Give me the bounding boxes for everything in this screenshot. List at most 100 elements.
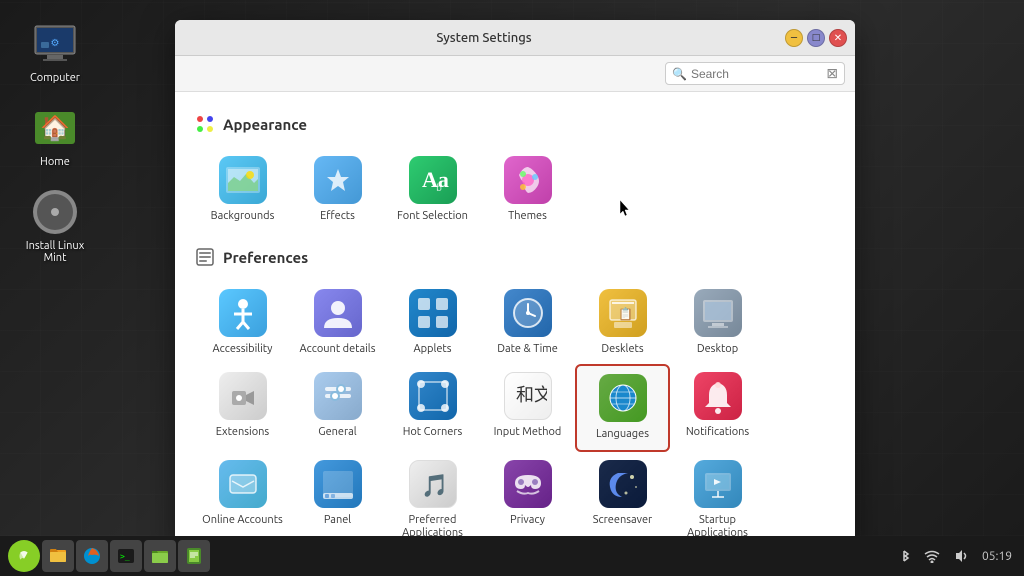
date-time-icon bbox=[504, 289, 552, 337]
preferences-section-title: Preferences bbox=[223, 249, 308, 266]
panel-label: Panel bbox=[324, 514, 351, 527]
notifications-label: Notifications bbox=[686, 426, 749, 439]
taskbar-right: 05:19 bbox=[894, 546, 1016, 566]
appearance-section-icon bbox=[195, 114, 215, 134]
appearance-section-title: Appearance bbox=[223, 116, 307, 133]
svg-text:🎵: 🎵 bbox=[421, 473, 448, 498]
setting-date-time[interactable]: Date & Time bbox=[480, 281, 575, 364]
computer-icon: ⚙ bbox=[31, 20, 79, 68]
setting-effects[interactable]: Effects bbox=[290, 148, 385, 231]
home-icon: 🏠 bbox=[31, 104, 79, 152]
clock: 05:19 bbox=[978, 546, 1016, 566]
appearance-section-header: Appearance bbox=[195, 114, 835, 134]
setting-themes[interactable]: Themes bbox=[480, 148, 575, 231]
input-method-icon: 和文 bbox=[504, 372, 552, 420]
setting-input-method[interactable]: 和文 Input Method bbox=[480, 364, 575, 451]
window-title: System Settings bbox=[183, 31, 785, 45]
setting-online-accounts[interactable]: Online Accounts bbox=[195, 452, 290, 548]
input-method-label: Input Method bbox=[494, 426, 562, 439]
setting-extensions[interactable]: Extensions bbox=[195, 364, 290, 451]
setting-screensaver[interactable]: Screensaver bbox=[575, 452, 670, 548]
themes-label: Themes bbox=[508, 210, 547, 223]
setting-languages[interactable]: Languages bbox=[575, 364, 670, 451]
setting-hot-corners[interactable]: Hot Corners bbox=[385, 364, 480, 451]
volume-icon[interactable] bbox=[950, 546, 970, 566]
install-label: Install Linux Mint bbox=[20, 240, 90, 264]
search-input-wrap[interactable]: 🔍 ⊠ bbox=[665, 62, 845, 85]
screensaver-label: Screensaver bbox=[593, 514, 652, 527]
backgrounds-icon bbox=[219, 156, 267, 204]
search-bar: 🔍 ⊠ bbox=[175, 56, 855, 92]
setting-backgrounds[interactable]: Backgrounds bbox=[195, 148, 290, 231]
desktop-icon-computer[interactable]: ⚙ Computer bbox=[20, 20, 90, 84]
taskbar-ebook-button[interactable] bbox=[178, 540, 210, 572]
setting-notifications[interactable]: Notifications bbox=[670, 364, 765, 451]
panel-icon bbox=[314, 460, 362, 508]
svg-text:📋: 📋 bbox=[618, 307, 633, 321]
computer-label: Computer bbox=[30, 72, 80, 84]
svg-text:🏠: 🏠 bbox=[40, 114, 70, 142]
font-selection-icon: Aa b bbox=[409, 156, 457, 204]
svg-text:⚙: ⚙ bbox=[51, 37, 60, 48]
wifi-icon[interactable] bbox=[922, 546, 942, 566]
desktop-icons-container: ⚙ Computer 🏠 Home bbox=[20, 20, 90, 264]
accessibility-icon bbox=[219, 289, 267, 337]
setting-startup-apps[interactable]: Startup Applications bbox=[670, 452, 765, 548]
date-time-label: Date & Time bbox=[497, 343, 558, 356]
close-button[interactable]: ✕ bbox=[829, 29, 847, 47]
effects-icon bbox=[314, 156, 362, 204]
taskbar: >_ bbox=[0, 536, 1024, 576]
effects-label: Effects bbox=[320, 210, 355, 223]
bluetooth-icon[interactable] bbox=[894, 546, 914, 566]
search-clear-icon[interactable]: ⊠ bbox=[826, 65, 838, 82]
themes-icon bbox=[504, 156, 552, 204]
setting-font-selection[interactable]: Aa b Font Selection bbox=[385, 148, 480, 231]
desktop-icon-install[interactable]: Install Linux Mint bbox=[20, 188, 90, 264]
taskbar-firefox-button[interactable] bbox=[76, 540, 108, 572]
extensions-icon bbox=[219, 372, 267, 420]
privacy-label: Privacy bbox=[510, 514, 545, 527]
preferences-section-header: Preferences bbox=[195, 247, 835, 267]
maximize-button[interactable]: □ bbox=[807, 29, 825, 47]
window-controls: ─ □ ✕ bbox=[785, 29, 847, 47]
preferred-apps-icon: 🎵 bbox=[409, 460, 457, 508]
notifications-icon bbox=[694, 372, 742, 420]
taskbar-terminal-button[interactable]: >_ bbox=[110, 540, 142, 572]
setting-panel[interactable]: Panel bbox=[290, 452, 385, 548]
setting-desklets[interactable]: 📋 Desklets bbox=[575, 281, 670, 364]
desktop: ⚙ Computer 🏠 Home bbox=[0, 0, 1024, 576]
install-icon bbox=[31, 188, 79, 236]
font-selection-label: Font Selection bbox=[397, 210, 468, 223]
search-input[interactable] bbox=[691, 67, 822, 81]
taskbar-files-button[interactable] bbox=[42, 540, 74, 572]
taskbar-nemo-button[interactable] bbox=[144, 540, 176, 572]
account-details-icon bbox=[314, 289, 362, 337]
screensaver-icon bbox=[599, 460, 647, 508]
desklets-icon: 📋 bbox=[599, 289, 647, 337]
setting-accessibility[interactable]: Accessibility bbox=[195, 281, 290, 364]
backgrounds-label: Backgrounds bbox=[211, 210, 275, 223]
appearance-grid: Backgrounds Effects bbox=[195, 148, 835, 231]
taskbar-left: >_ bbox=[8, 540, 210, 572]
privacy-icon bbox=[504, 460, 552, 508]
preferences-grid: Accessibility Account details bbox=[195, 281, 835, 550]
setting-privacy[interactable]: Privacy bbox=[480, 452, 575, 548]
search-icon: 🔍 bbox=[672, 67, 687, 81]
desktop-label: Desktop bbox=[697, 343, 738, 356]
online-accounts-label: Online Accounts bbox=[202, 514, 283, 527]
extensions-label: Extensions bbox=[216, 426, 269, 439]
mint-menu-button[interactable] bbox=[8, 540, 40, 572]
desktop-icon-home[interactable]: 🏠 Home bbox=[20, 104, 90, 168]
setting-preferred-apps[interactable]: 🎵 Preferred Applications bbox=[385, 452, 480, 548]
setting-general[interactable]: General bbox=[290, 364, 385, 451]
setting-account-details[interactable]: Account details bbox=[290, 281, 385, 364]
system-settings-window: System Settings ─ □ ✕ 🔍 ⊠ bbox=[175, 20, 855, 550]
hot-corners-label: Hot Corners bbox=[403, 426, 463, 439]
setting-applets[interactable]: Applets bbox=[385, 281, 480, 364]
online-accounts-icon bbox=[219, 460, 267, 508]
languages-icon bbox=[599, 374, 647, 422]
setting-desktop[interactable]: Desktop bbox=[670, 281, 765, 364]
languages-label: Languages bbox=[596, 428, 649, 441]
minimize-button[interactable]: ─ bbox=[785, 29, 803, 47]
svg-text:和文: 和文 bbox=[516, 385, 547, 405]
